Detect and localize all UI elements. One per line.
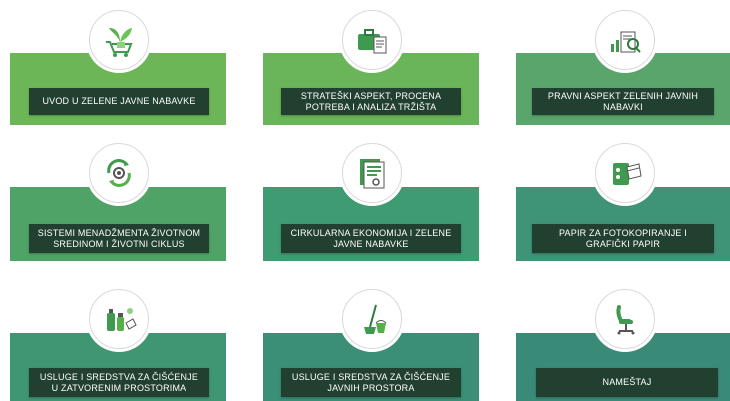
card-title: UVOD U ZELENE JAVNE NABAVKE (29, 88, 209, 115)
office-chair-icon (616, 305, 635, 335)
card-icon-circle (595, 10, 655, 70)
card-title: NAMEŠTAJ (536, 368, 718, 397)
card-title: STRATEŠKI ASPEKT, PROCENA POTREBA I ANAL… (281, 88, 461, 115)
card-icon-circle (89, 10, 149, 70)
card-icon-circle (342, 10, 402, 70)
card-icon-circle (89, 289, 149, 349)
card-title: PAPIR ZA FOTOKOPIRANJE I GRAFIČKI PAPIR (532, 224, 714, 253)
card-title: SISTEMI MENADŽMENTA ŽIVOTNOM SREDINOM I … (29, 224, 209, 253)
documents-magnifier-chart-icon (611, 31, 641, 53)
card-icon-circle (89, 143, 149, 203)
photocopier-paper-icon (613, 163, 642, 185)
card-title: CIRKULARNA EKONOMIJA I ZELENE JAVNE NABA… (281, 224, 461, 253)
card-icon-circle (595, 143, 655, 203)
circular-economy-document-icon (360, 159, 385, 189)
course-card-uvod[interactable]: UVOD U ZELENE JAVNE NABAVKE (10, 10, 226, 125)
card-icon-circle (342, 289, 402, 349)
course-card-namestaj[interactable]: NAMEŠTAJ (516, 289, 730, 401)
cleaning-products-icon (107, 308, 137, 331)
course-card-pravni-aspekt[interactable]: PRAVNI ASPEKT ZELENIH JAVNIH NABAVKI (516, 10, 730, 125)
course-card-papir[interactable]: PAPIR ZA FOTOKOPIRANJE I GRAFIČKI PAPIR (516, 143, 730, 261)
shopping-cart-plant-icon (106, 28, 133, 57)
recycle-gear-icon (107, 159, 131, 187)
course-card-strateski-aspekt[interactable]: STRATEŠKI ASPEKT, PROCENA POTREBA I ANAL… (263, 10, 479, 125)
course-card-ciscenje-javni[interactable]: USLUGE I SREDSTVA ZA ČIŠĆENJE JAVNIH PRO… (263, 289, 479, 401)
course-card-sistemi-menadzmenta[interactable]: SISTEMI MENADŽMENTA ŽIVOTNOM SREDINOM I … (10, 143, 226, 261)
card-icon-circle (342, 143, 402, 203)
card-icon-circle (595, 289, 655, 349)
broom-bucket-icon (364, 304, 387, 334)
card-title: PRAVNI ASPEKT ZELENIH JAVNIH NABAVKI (532, 88, 714, 115)
briefcase-documents-icon (358, 29, 387, 54)
course-card-cirkularna-ekonomija[interactable]: CIRKULARNA EKONOMIJA I ZELENE JAVNE NABA… (263, 143, 479, 261)
course-card-ciscenje-zatvoreni[interactable]: USLUGE I SREDSTVA ZA ČIŠĆENJE U ZATVOREN… (10, 289, 226, 401)
card-title: USLUGE I SREDSTVA ZA ČIŠĆENJE JAVNIH PRO… (281, 368, 461, 397)
card-title: USLUGE I SREDSTVA ZA ČIŠĆENJE U ZATVOREN… (29, 368, 209, 397)
